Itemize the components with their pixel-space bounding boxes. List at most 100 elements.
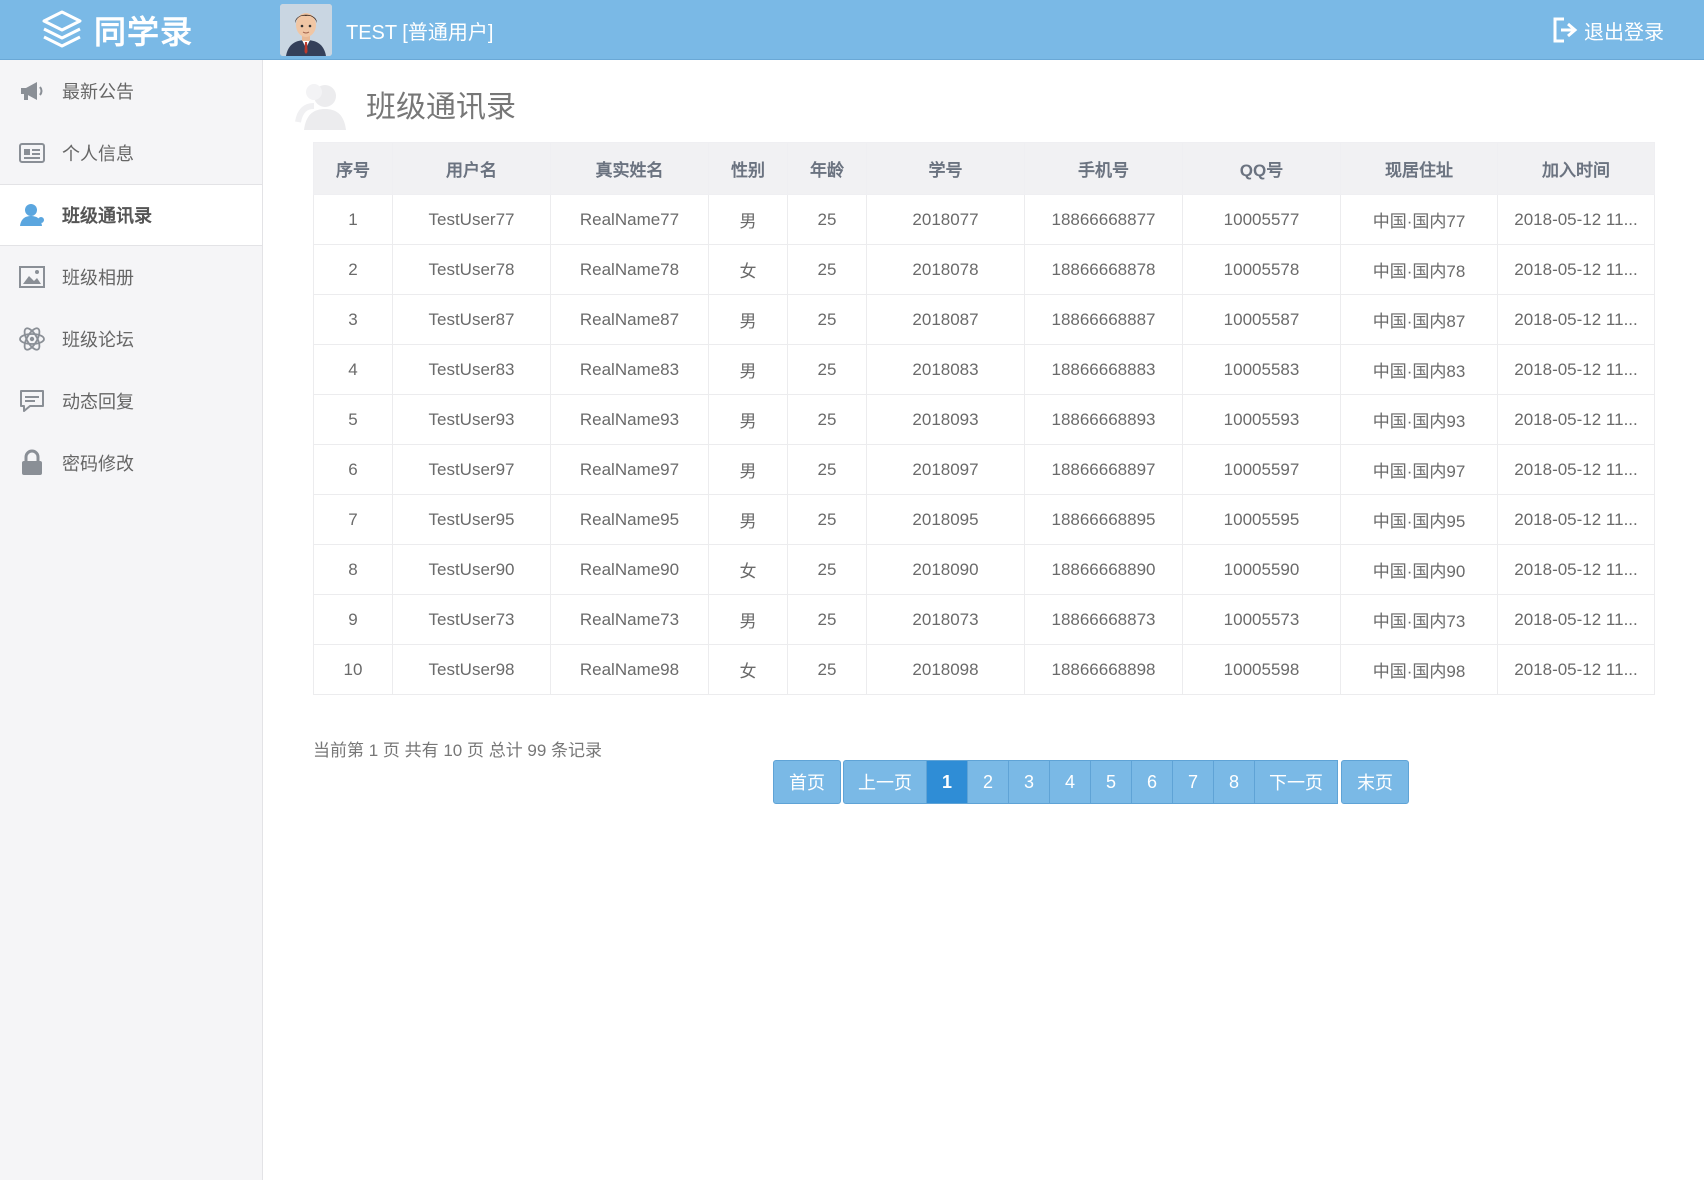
cell-qq: 10005595 xyxy=(1182,494,1341,545)
page-button[interactable]: 5 xyxy=(1090,760,1132,804)
cell-username: TestUser83 xyxy=(392,344,551,395)
prev-page-button[interactable]: 上一页 xyxy=(843,760,927,804)
cell-join-time: 2018-05-12 11... xyxy=(1497,594,1655,645)
cell-join-time: 2018-05-12 11... xyxy=(1497,244,1655,295)
cell-student-id: 2018095 xyxy=(866,494,1025,545)
page-button[interactable]: 4 xyxy=(1049,760,1091,804)
sidebar-item-profile[interactable]: 个人信息 xyxy=(0,122,262,184)
cell-username: TestUser73 xyxy=(392,594,551,645)
cell-realname: RealName78 xyxy=(550,244,709,295)
cell-address: 中国·国内95 xyxy=(1340,494,1498,545)
app-logo[interactable]: 同学录 xyxy=(40,8,193,52)
cell-realname: RealName87 xyxy=(550,294,709,345)
cell-phone: 18866668890 xyxy=(1024,544,1183,595)
cell-index: 2 xyxy=(313,244,393,295)
cell-gender: 男 xyxy=(708,194,788,245)
cell-address: 中国·国内93 xyxy=(1340,394,1498,445)
cell-index: 6 xyxy=(313,444,393,495)
sidebar-item-class-contacts[interactable]: 班级通讯录 xyxy=(0,184,262,246)
cell-phone: 18866668895 xyxy=(1024,494,1183,545)
cell-join-time: 2018-05-12 11... xyxy=(1497,394,1655,445)
cell-gender: 女 xyxy=(708,644,788,695)
table-row: 8 TestUser90 RealName90 女 25 2018090 188666688… xyxy=(313,544,1655,595)
page-title: 班级通讯录 xyxy=(292,72,516,136)
cell-address: 中国·国内97 xyxy=(1340,444,1498,495)
cell-join-time: 2018-05-12 11... xyxy=(1497,644,1655,695)
cell-index: 7 xyxy=(313,494,393,545)
page-button[interactable]: 8 xyxy=(1213,760,1255,804)
cell-join-time: 2018-05-12 11... xyxy=(1497,344,1655,395)
cell-username: TestUser90 xyxy=(392,544,551,595)
cell-username: TestUser95 xyxy=(392,494,551,545)
cell-realname: RealName83 xyxy=(550,344,709,395)
cell-realname: RealName77 xyxy=(550,194,709,245)
avatar[interactable] xyxy=(280,4,332,56)
cell-index: 9 xyxy=(313,594,393,645)
page-button[interactable]: 1 xyxy=(926,760,968,804)
contacts-icon xyxy=(295,84,346,130)
page-button[interactable]: 6 xyxy=(1131,760,1173,804)
table-header-row: 序号 用户名 真实姓名 性别 年龄 学号 手机号 QQ号 现居住址 加入时间 xyxy=(313,142,1655,195)
user-info[interactable]: TEST [普通用户] xyxy=(280,3,493,57)
sidebar-item-change-password[interactable]: 密码修改 xyxy=(0,432,262,494)
sidebar-item-class-forum[interactable]: 班级论坛 xyxy=(0,308,262,370)
user-icon xyxy=(20,204,44,226)
cell-student-id: 2018083 xyxy=(866,344,1025,395)
cell-qq: 10005598 xyxy=(1182,644,1341,695)
page-button[interactable]: 2 xyxy=(967,760,1009,804)
sidebar-item-announcements[interactable]: 最新公告 xyxy=(0,60,262,122)
cell-realname: RealName95 xyxy=(550,494,709,545)
cell-username: TestUser93 xyxy=(392,394,551,445)
cell-student-id: 2018097 xyxy=(866,444,1025,495)
user-name-label: TEST [普通用户] xyxy=(346,21,494,44)
table-row: 2 TestUser78 RealName78 女 25 2018078 188666688… xyxy=(313,244,1655,295)
table-row: 1 TestUser77 RealName77 男 25 2018077 188666688… xyxy=(313,194,1655,245)
column-header-qq: QQ号 xyxy=(1182,142,1341,195)
page-button[interactable]: 7 xyxy=(1172,760,1214,804)
cell-student-id: 2018090 xyxy=(866,544,1025,595)
sidebar-item-class-album[interactable]: 班级相册 xyxy=(0,246,262,308)
lock-icon xyxy=(22,449,42,475)
cell-age: 25 xyxy=(787,494,867,545)
page-button[interactable]: 3 xyxy=(1008,760,1050,804)
app-name: 同学录 xyxy=(94,14,194,50)
sidebar-item-label: 个人信息 xyxy=(62,144,134,164)
sidebar-item-label: 班级论坛 xyxy=(62,330,134,350)
logout-icon xyxy=(1553,17,1578,43)
first-page-button[interactable]: 首页 xyxy=(773,760,841,804)
cell-age: 25 xyxy=(787,644,867,695)
column-header-username: 用户名 xyxy=(392,142,551,195)
cell-gender: 男 xyxy=(708,494,788,545)
cell-realname: RealName98 xyxy=(550,644,709,695)
main-content: 班级通讯录 序号 用户名 真实姓名 性别 年龄 学号 手机号 QQ号 现居住址 … xyxy=(264,60,1704,1180)
cell-age: 25 xyxy=(787,344,867,395)
cell-index: 1 xyxy=(313,194,393,245)
column-header-phone: 手机号 xyxy=(1024,142,1183,195)
cell-student-id: 2018098 xyxy=(866,644,1025,695)
cell-join-time: 2018-05-12 11... xyxy=(1497,544,1655,595)
sidebar-item-replies[interactable]: 动态回复 xyxy=(0,370,262,432)
table-row: 4 TestUser83 RealName83 男 25 2018083 188666688… xyxy=(313,344,1655,395)
cell-address: 中国·国内78 xyxy=(1340,244,1498,295)
picture-icon xyxy=(19,266,45,288)
cell-join-time: 2018-05-12 11... xyxy=(1497,194,1655,245)
column-header-gender: 性别 xyxy=(708,142,788,195)
sidebar-item-label: 密码修改 xyxy=(62,454,134,474)
next-page-button[interactable]: 下一页 xyxy=(1254,760,1338,804)
cell-join-time: 2018-05-12 11... xyxy=(1497,444,1655,495)
cell-address: 中国·国内77 xyxy=(1340,194,1498,245)
table-row: 9 TestUser73 RealName73 男 25 2018073 188666688… xyxy=(313,594,1655,645)
cell-qq: 10005578 xyxy=(1182,244,1341,295)
cell-age: 25 xyxy=(787,444,867,495)
pagination: 首页 上一页 1 2 3 4 5 6 7 8 下一页 末页 xyxy=(773,760,1409,804)
cell-gender: 男 xyxy=(708,294,788,345)
layers-icon xyxy=(42,10,82,48)
cell-gender: 女 xyxy=(708,544,788,595)
cell-username: TestUser98 xyxy=(392,644,551,695)
table-row: 10 TestUser98 RealName98 女 25 2018098 18866668… xyxy=(313,644,1655,695)
cell-address: 中国·国内73 xyxy=(1340,594,1498,645)
logout-button[interactable]: 退出登录 xyxy=(1550,12,1664,48)
sidebar-item-label: 最新公告 xyxy=(62,82,134,102)
cell-address: 中国·国内87 xyxy=(1340,294,1498,345)
last-page-button[interactable]: 末页 xyxy=(1341,760,1409,804)
